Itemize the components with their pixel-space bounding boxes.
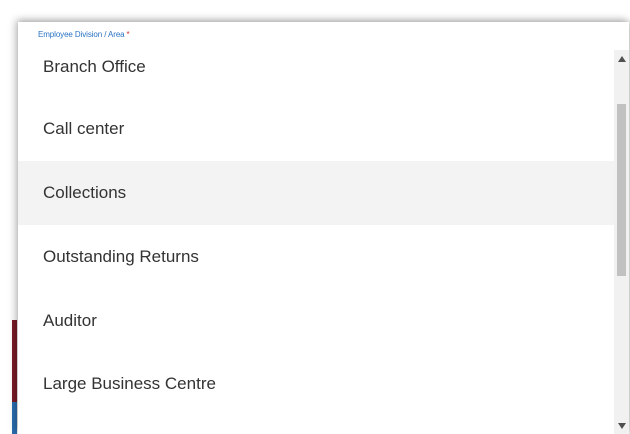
option-label: Call center (43, 119, 125, 138)
scroll-down-button[interactable] (614, 417, 629, 434)
option-label: Outstanding Returns (43, 247, 199, 266)
option-call-center[interactable]: Call center (18, 98, 614, 160)
option-label: Collections (43, 183, 127, 202)
option-label: Branch Office (43, 57, 146, 76)
option-auditor[interactable]: Auditor (18, 289, 614, 352)
option-large-business-centre[interactable]: Large Business Centre (18, 352, 614, 416)
option-outstanding-returns[interactable]: Outstanding Returns (18, 225, 614, 289)
background-accent-red (12, 320, 17, 402)
scrollbar-thumb[interactable] (617, 104, 626, 276)
triangle-down-icon (617, 422, 626, 429)
required-marker: * (126, 30, 130, 39)
background-accent-blue (12, 402, 17, 434)
field-label-text: Employee Division / Area (38, 30, 125, 39)
triangle-up-icon (617, 55, 626, 62)
option-collections[interactable]: Collections (18, 161, 614, 225)
option-label: Large Business Centre (43, 374, 216, 393)
option-label: Auditor (43, 310, 97, 330)
option-list: Branch Office Call center Collections Ou… (18, 22, 614, 434)
vertical-scrollbar[interactable] (614, 50, 629, 434)
field-label: Employee Division / Area * (38, 30, 130, 39)
division-dropdown-list[interactable]: Branch Office Call center Collections Ou… (18, 22, 629, 434)
option-branch-office[interactable]: Branch Office (18, 36, 614, 98)
page: Branch Office Call center Collections Ou… (0, 0, 630, 434)
scroll-up-button[interactable] (614, 50, 629, 67)
